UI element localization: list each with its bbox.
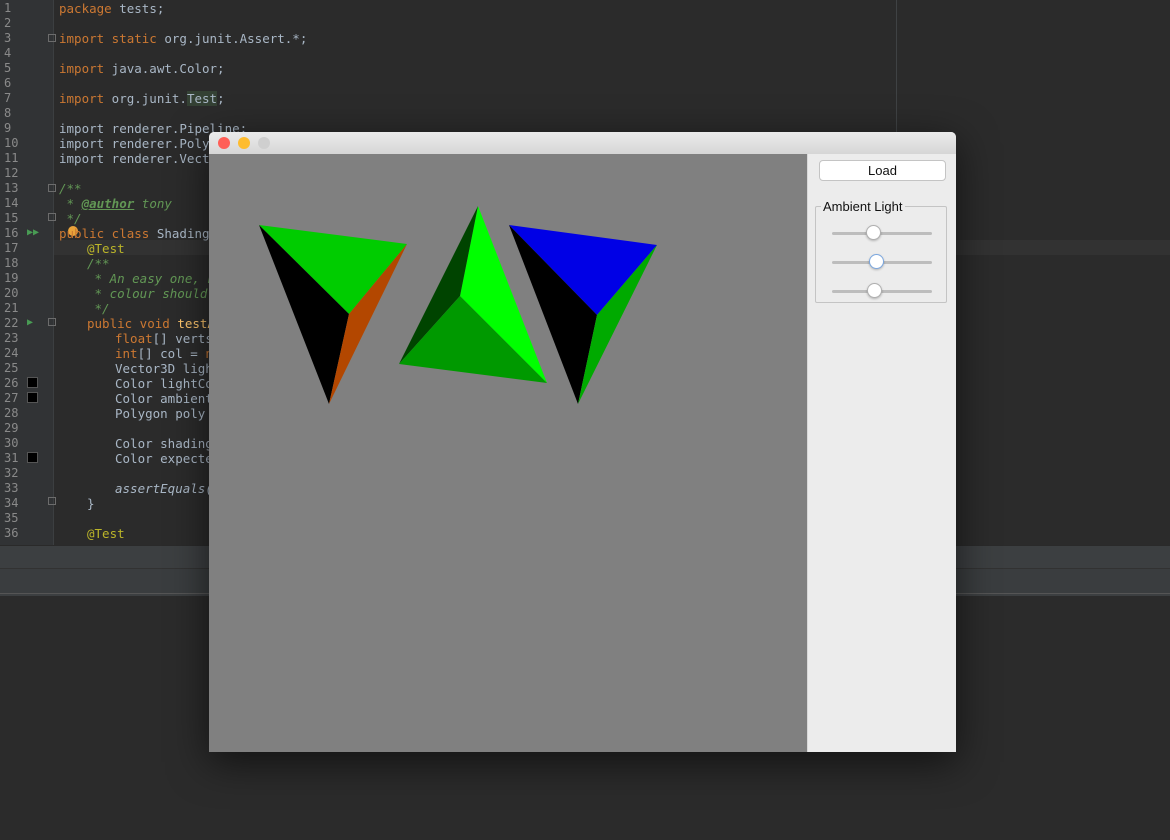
- code-line: package tests;: [59, 1, 165, 16]
- code-line: * colour should: [87, 286, 215, 301]
- line-number: 4: [4, 46, 12, 60]
- color-swatch-icon: [27, 377, 38, 388]
- code-line: */: [59, 211, 82, 226]
- line-number: 7: [4, 91, 12, 105]
- ambient-red-slider[interactable]: [832, 223, 932, 243]
- code-line: Color shading: [115, 436, 213, 451]
- line-number: 22: [4, 316, 19, 330]
- pyramid-left: [259, 225, 407, 404]
- line-number: 12: [4, 166, 19, 180]
- ambient-light-group: Ambient Light: [815, 199, 947, 303]
- slider-knob[interactable]: [869, 254, 884, 269]
- line-number: 6: [4, 76, 12, 90]
- line-number: 18: [4, 256, 19, 270]
- code-line: /**: [87, 256, 110, 271]
- code-line: * @author tony: [59, 196, 172, 211]
- render-canvas[interactable]: [209, 154, 807, 752]
- line-number: 25: [4, 361, 19, 375]
- code-line: import static org.junit.Assert.*;: [59, 31, 308, 46]
- code-line: import java.awt.Color;: [59, 61, 225, 76]
- slider-track: [832, 290, 932, 293]
- ambient-light-title: Ambient Light: [821, 199, 905, 214]
- line-number: 33: [4, 481, 19, 495]
- zoom-icon[interactable]: [258, 137, 270, 149]
- code-line: import org.junit.Test;: [59, 91, 225, 106]
- code-line: */: [87, 301, 110, 316]
- line-number: 28: [4, 406, 19, 420]
- line-number: 11: [4, 151, 19, 165]
- code-line: Color expecte: [115, 451, 213, 466]
- line-number: 21: [4, 301, 19, 315]
- line-number: 24: [4, 346, 19, 360]
- run-test-icon[interactable]: ▶: [27, 317, 33, 328]
- control-panel: Load Ambient Light: [807, 154, 956, 752]
- line-number: 34: [4, 496, 19, 510]
- line-number: 29: [4, 421, 19, 435]
- color-swatch-icon: [27, 392, 38, 403]
- line-number: 26: [4, 376, 19, 390]
- line-number: 36: [4, 526, 19, 540]
- line-number: 16: [4, 226, 19, 240]
- line-number: 35: [4, 511, 19, 525]
- line-number: 1: [4, 1, 12, 15]
- slider-track: [832, 232, 932, 235]
- line-number: 8: [4, 106, 12, 120]
- line-number: 5: [4, 61, 12, 75]
- ambient-blue-slider[interactable]: [832, 281, 932, 301]
- code-line: /**: [59, 181, 82, 196]
- line-number: 9: [4, 121, 12, 135]
- code-line: Vector3D ligh: [115, 361, 213, 376]
- fold-icon[interactable]: [48, 497, 56, 505]
- line-number: 17: [4, 241, 19, 255]
- code-line: Polygon poly =: [115, 406, 221, 421]
- line-number: 15: [4, 211, 19, 225]
- fold-icon[interactable]: [48, 184, 56, 192]
- code-line: * An easy one, h: [87, 271, 215, 286]
- line-number: 13: [4, 181, 19, 195]
- code-line: float[] verts: [115, 331, 213, 346]
- line-number: 14: [4, 196, 19, 210]
- fold-icon[interactable]: [48, 318, 56, 326]
- line-number: 20: [4, 286, 19, 300]
- renderer-window: Load Ambient Light: [209, 132, 956, 752]
- load-button[interactable]: Load: [819, 160, 946, 181]
- color-swatch-icon: [27, 452, 38, 463]
- line-number: 27: [4, 391, 19, 405]
- line-number: 30: [4, 436, 19, 450]
- minimize-icon[interactable]: [238, 137, 250, 149]
- line-number: 3: [4, 31, 12, 45]
- code-line: @Test: [87, 526, 125, 541]
- code-line: int[] col = ne: [115, 346, 220, 361]
- slider-knob[interactable]: [866, 225, 881, 240]
- line-number: 23: [4, 331, 19, 345]
- ambient-green-slider[interactable]: [832, 252, 932, 272]
- slider-knob[interactable]: [867, 283, 882, 298]
- fold-icon[interactable]: [48, 213, 56, 221]
- run-class-icon[interactable]: ▶▶: [27, 227, 39, 238]
- code-line: Color ambient: [115, 391, 213, 406]
- code-line: import renderer.Polygo: [59, 136, 225, 151]
- line-number: 19: [4, 271, 19, 285]
- line-number: 10: [4, 136, 19, 150]
- code-line: public class ShadingTe: [59, 226, 225, 241]
- fold-icon[interactable]: [48, 34, 56, 42]
- line-number: 32: [4, 466, 19, 480]
- code-line: }: [87, 496, 95, 511]
- window-titlebar[interactable]: [209, 132, 956, 155]
- close-icon[interactable]: [218, 137, 230, 149]
- code-line: Color lightCo: [115, 376, 213, 391]
- code-line: @Test: [87, 241, 125, 256]
- line-number: 31: [4, 451, 19, 465]
- scene-svg: [259, 206, 657, 404]
- code-line: public void testA: [87, 316, 215, 331]
- code-line: import renderer.Vecto: [59, 151, 218, 166]
- code-line: assertEquals(: [115, 481, 213, 496]
- line-number: 2: [4, 16, 12, 30]
